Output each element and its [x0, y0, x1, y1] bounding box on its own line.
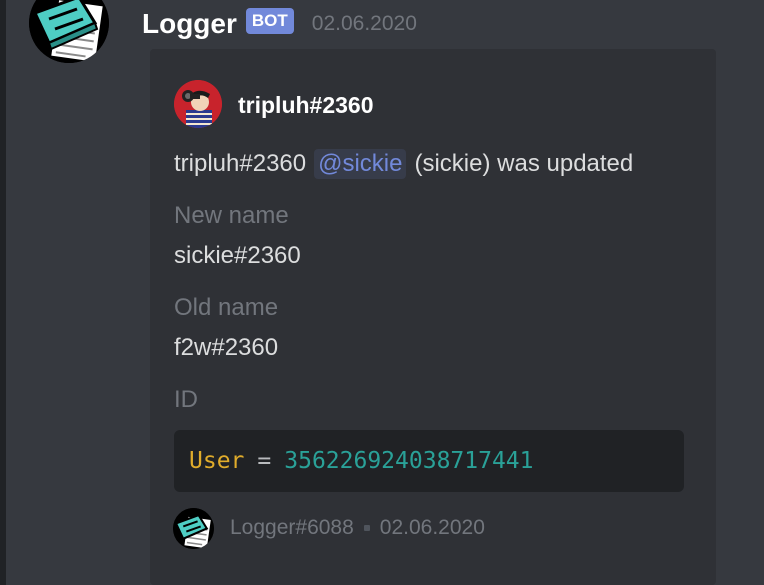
- field-value-new-name: sickie#2360: [174, 242, 301, 269]
- message-header: Logger BOT 02.06.2020: [142, 4, 417, 44]
- embed-description: tripluh#2360 @sickie (sickie) was update…: [174, 146, 633, 182]
- field-value-old-name: f2w#2360: [174, 334, 279, 361]
- footer-timestamp: 02.06.2020: [379, 516, 485, 539]
- field-name-id: ID: [174, 386, 198, 413]
- code-value: 356226924038717441: [284, 448, 534, 474]
- bot-badge: BOT: [245, 8, 294, 34]
- field-name-old-name: Old name: [174, 294, 279, 321]
- code-key: User: [189, 448, 245, 474]
- author-username[interactable]: Logger: [142, 8, 237, 40]
- embed-footer-avatar: [173, 508, 214, 549]
- footer-text: Logger#6088: [230, 516, 354, 539]
- code-operator: =: [257, 448, 272, 474]
- id-code-block: User = 356226924038717441: [174, 430, 684, 492]
- notepad-icon: [29, 0, 109, 63]
- channel-sidebar-edge: [0, 0, 6, 585]
- description-suffix: (sickie) was updated: [414, 150, 634, 177]
- field-name-new-name: New name: [174, 202, 289, 229]
- bot-avatar[interactable]: [29, 0, 109, 63]
- embed-author-avatar[interactable]: [174, 80, 222, 128]
- embed-footer: Logger#6088 02.06.2020: [230, 513, 485, 543]
- description-prefix: tripluh#2360: [174, 150, 307, 177]
- chat-view: Logger BOT 02.06.2020 tripluh#2360 tripl…: [0, 0, 764, 585]
- user-mention[interactable]: @sickie: [314, 149, 407, 179]
- footer-separator: [363, 525, 370, 531]
- notepad-icon: [173, 508, 214, 549]
- embed-author-name[interactable]: tripluh#2360: [238, 90, 374, 120]
- message-timestamp[interactable]: 02.06.2020: [312, 12, 417, 36]
- user-avatar-icon: [174, 80, 222, 128]
